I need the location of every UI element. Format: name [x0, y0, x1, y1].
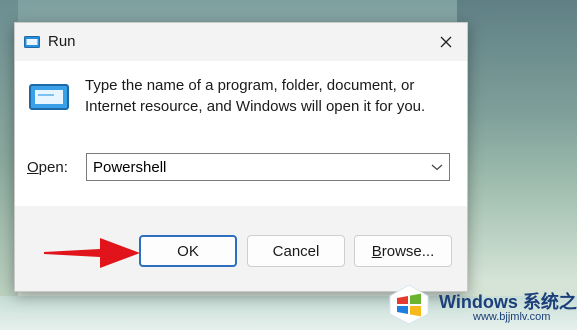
windows-logo-icon	[389, 284, 429, 325]
dialog-description: Type the name of a program, folder, docu…	[85, 77, 426, 115]
close-button[interactable]	[435, 31, 457, 53]
open-label-accelerator: O	[27, 159, 39, 176]
open-label: Open:	[27, 159, 68, 176]
run-app-icon	[29, 84, 69, 110]
ok-button[interactable]: OK	[139, 235, 237, 267]
red-arrow-icon	[44, 238, 140, 268]
watermark: Windows 系统之家 www.bjjmlv.com	[377, 280, 577, 330]
browse-button[interactable]: Browse...	[354, 235, 452, 267]
title-bar[interactable]: Run	[15, 23, 467, 61]
watermark-url: www.bjjmlv.com	[473, 311, 551, 323]
browse-label: rowse...	[381, 242, 435, 260]
chevron-down-icon[interactable]	[431, 162, 443, 172]
open-label-text: pen:	[38, 159, 68, 176]
browse-accelerator: B	[371, 242, 382, 260]
dialog-content: Type the name of a program, folder, docu…	[15, 61, 467, 206]
open-combobox[interactable]	[86, 153, 450, 181]
open-input[interactable]	[93, 157, 423, 177]
run-app-icon	[24, 36, 40, 48]
dialog-title: Run	[48, 33, 76, 50]
cancel-button[interactable]: Cancel	[247, 235, 345, 267]
close-icon	[440, 36, 452, 48]
